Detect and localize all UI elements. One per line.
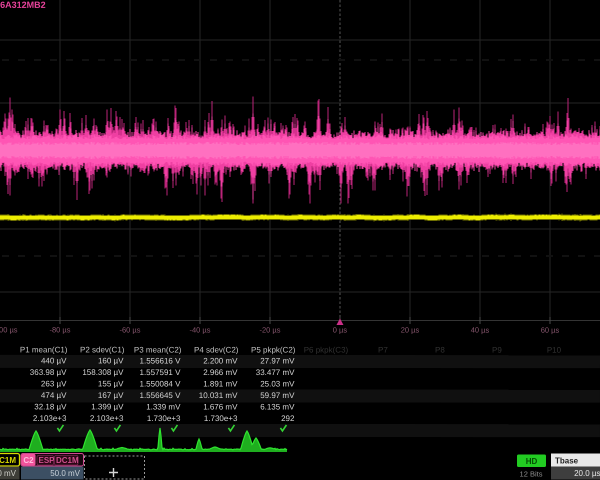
svg-text:1.550084 V: 1.550084 V: [140, 379, 182, 388]
svg-text:20.0 µs: 20.0 µs: [574, 469, 600, 478]
svg-text:363.98 µV: 363.98 µV: [30, 368, 67, 377]
svg-text:DC1M: DC1M: [0, 456, 16, 465]
svg-text:1.730e+3: 1.730e+3: [147, 414, 181, 423]
svg-text:P6 pkpk(C3): P6 pkpk(C3): [304, 346, 349, 355]
svg-text:50.0 mV: 50.0 mV: [50, 469, 80, 478]
svg-text:2.103e+3: 2.103e+3: [90, 414, 124, 423]
svg-text:1.556616 V: 1.556616 V: [140, 356, 182, 365]
svg-text:12 Bits: 12 Bits: [520, 470, 543, 479]
svg-text:0 µs: 0 µs: [333, 326, 348, 335]
svg-text:P2 sdev(C1): P2 sdev(C1): [80, 345, 125, 354]
svg-text:6.135 mV: 6.135 mV: [260, 402, 295, 411]
svg-text:27.97 mV: 27.97 mV: [260, 356, 295, 365]
svg-text:1.556645 V: 1.556645 V: [140, 391, 182, 400]
svg-text:HD: HD: [526, 457, 538, 466]
svg-text:P1 mean(C1): P1 mean(C1): [20, 345, 68, 354]
svg-text:32.18 µV: 32.18 µV: [34, 402, 67, 411]
svg-text:263 µV: 263 µV: [41, 379, 67, 388]
svg-text:292: 292: [281, 414, 295, 423]
svg-text:P8: P8: [435, 346, 445, 355]
svg-text:C2: C2: [23, 456, 34, 465]
svg-text:33.477 mV: 33.477 mV: [256, 368, 295, 377]
svg-text:P7: P7: [378, 346, 388, 355]
svg-text:10.031 mV: 10.031 mV: [199, 391, 238, 400]
svg-text:P4 sdev(C2): P4 sdev(C2): [194, 345, 239, 354]
svg-text:P10: P10: [547, 346, 562, 355]
svg-text:20 µs: 20 µs: [401, 326, 420, 335]
svg-text:1.399 µV: 1.399 µV: [91, 402, 124, 411]
svg-text:1.730e+3: 1.730e+3: [204, 414, 238, 423]
svg-text:1.557591 V: 1.557591 V: [140, 368, 182, 377]
svg-text:6A312MB2: 6A312MB2: [0, 0, 46, 10]
svg-text:Tbase: Tbase: [555, 457, 579, 466]
svg-text:474 µV: 474 µV: [41, 391, 67, 400]
svg-text:P5 pkpk(C2): P5 pkpk(C2): [251, 345, 296, 354]
svg-text:25.03 mV: 25.03 mV: [260, 379, 295, 388]
svg-text:155 µV: 155 µV: [98, 379, 124, 388]
svg-text:-60 µs: -60 µs: [119, 325, 140, 334]
svg-text:-20 µs: -20 µs: [259, 325, 280, 334]
svg-text:ESP: ESP: [39, 456, 56, 465]
svg-text:1.891 mV: 1.891 mV: [203, 379, 238, 388]
svg-text:P9: P9: [492, 346, 502, 355]
svg-text:2.200 mV: 2.200 mV: [203, 356, 238, 365]
svg-text:40 µs: 40 µs: [471, 326, 490, 335]
svg-text:DC1M: DC1M: [56, 456, 79, 465]
svg-text:158.308 µV: 158.308 µV: [82, 368, 124, 377]
svg-text:-100 µs: -100 µs: [0, 325, 18, 334]
svg-text:1.339 mV: 1.339 mV: [146, 402, 181, 411]
svg-text:P3 mean(C2): P3 mean(C2): [134, 345, 182, 354]
svg-text:160 µV: 160 µV: [98, 356, 124, 365]
svg-text:440 µV: 440 µV: [41, 356, 67, 365]
svg-text:-40 µs: -40 µs: [189, 325, 210, 334]
svg-text:-80 µs: -80 µs: [49, 325, 70, 334]
svg-text:2.966 mV: 2.966 mV: [203, 368, 238, 377]
svg-text:10.0 mV: 10.0 mV: [0, 469, 17, 478]
svg-text:59.97 mV: 59.97 mV: [260, 391, 295, 400]
svg-text:1.676 mV: 1.676 mV: [203, 402, 238, 411]
svg-text:60 µs: 60 µs: [541, 326, 560, 335]
svg-text:2.103e+3: 2.103e+3: [33, 414, 67, 423]
svg-text:167 µV: 167 µV: [98, 391, 124, 400]
